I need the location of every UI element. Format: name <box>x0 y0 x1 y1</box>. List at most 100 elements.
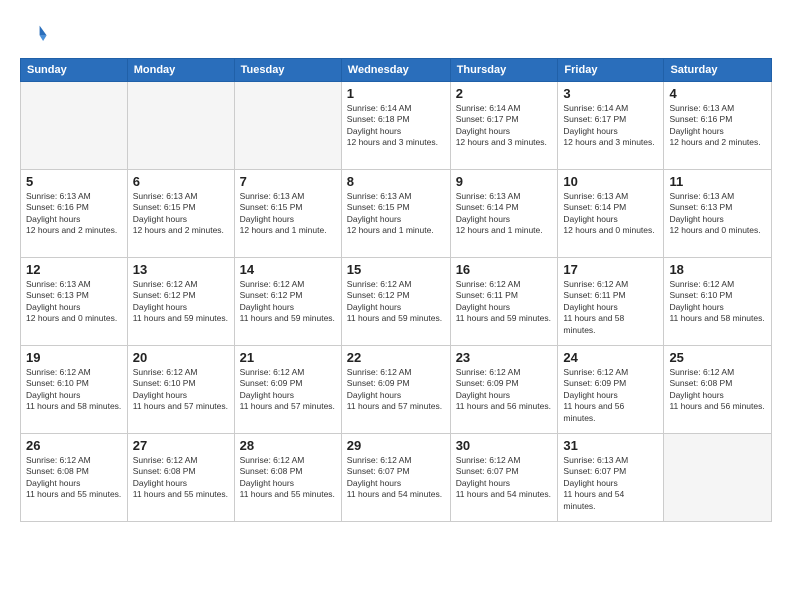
day-info: Sunrise: 6:13 AM Sunset: 6:15 PM Dayligh… <box>240 191 336 237</box>
day-cell: 1 Sunrise: 6:14 AM Sunset: 6:18 PM Dayli… <box>341 82 450 170</box>
day-info: Sunrise: 6:13 AM Sunset: 6:16 PM Dayligh… <box>26 191 122 237</box>
day-info: Sunrise: 6:12 AM Sunset: 6:09 PM Dayligh… <box>347 367 445 413</box>
day-info: Sunrise: 6:12 AM Sunset: 6:12 PM Dayligh… <box>133 279 229 325</box>
day-cell: 15 Sunrise: 6:12 AM Sunset: 6:12 PM Dayl… <box>341 258 450 346</box>
page: SundayMondayTuesdayWednesdayThursdayFrid… <box>0 0 792 612</box>
day-number: 30 <box>456 438 553 453</box>
day-cell: 5 Sunrise: 6:13 AM Sunset: 6:16 PM Dayli… <box>21 170 128 258</box>
week-row-1: 5 Sunrise: 6:13 AM Sunset: 6:16 PM Dayli… <box>21 170 772 258</box>
day-number: 7 <box>240 174 336 189</box>
day-number: 14 <box>240 262 336 277</box>
day-cell: 3 Sunrise: 6:14 AM Sunset: 6:17 PM Dayli… <box>558 82 664 170</box>
day-number: 1 <box>347 86 445 101</box>
day-cell: 14 Sunrise: 6:12 AM Sunset: 6:12 PM Dayl… <box>234 258 341 346</box>
day-number: 16 <box>456 262 553 277</box>
weekday-header-row: SundayMondayTuesdayWednesdayThursdayFrid… <box>21 59 772 82</box>
day-info: Sunrise: 6:12 AM Sunset: 6:10 PM Dayligh… <box>669 279 766 325</box>
weekday-header-friday: Friday <box>558 59 664 82</box>
weekday-header-monday: Monday <box>127 59 234 82</box>
day-info: Sunrise: 6:12 AM Sunset: 6:12 PM Dayligh… <box>347 279 445 325</box>
day-info: Sunrise: 6:14 AM Sunset: 6:17 PM Dayligh… <box>563 103 658 149</box>
day-cell: 8 Sunrise: 6:13 AM Sunset: 6:15 PM Dayli… <box>341 170 450 258</box>
day-info: Sunrise: 6:12 AM Sunset: 6:09 PM Dayligh… <box>563 367 658 424</box>
day-number: 27 <box>133 438 229 453</box>
day-info: Sunrise: 6:12 AM Sunset: 6:08 PM Dayligh… <box>133 455 229 501</box>
day-number: 9 <box>456 174 553 189</box>
day-cell: 17 Sunrise: 6:12 AM Sunset: 6:11 PM Dayl… <box>558 258 664 346</box>
day-cell: 23 Sunrise: 6:12 AM Sunset: 6:09 PM Dayl… <box>450 346 558 434</box>
day-cell: 22 Sunrise: 6:12 AM Sunset: 6:09 PM Dayl… <box>341 346 450 434</box>
day-cell: 16 Sunrise: 6:12 AM Sunset: 6:11 PM Dayl… <box>450 258 558 346</box>
day-info: Sunrise: 6:14 AM Sunset: 6:17 PM Dayligh… <box>456 103 553 149</box>
day-number: 4 <box>669 86 766 101</box>
day-cell: 19 Sunrise: 6:12 AM Sunset: 6:10 PM Dayl… <box>21 346 128 434</box>
weekday-header-thursday: Thursday <box>450 59 558 82</box>
weekday-header-tuesday: Tuesday <box>234 59 341 82</box>
day-cell <box>21 82 128 170</box>
day-cell: 21 Sunrise: 6:12 AM Sunset: 6:09 PM Dayl… <box>234 346 341 434</box>
day-cell: 6 Sunrise: 6:13 AM Sunset: 6:15 PM Dayli… <box>127 170 234 258</box>
day-number: 6 <box>133 174 229 189</box>
day-info: Sunrise: 6:12 AM Sunset: 6:10 PM Dayligh… <box>133 367 229 413</box>
day-info: Sunrise: 6:12 AM Sunset: 6:08 PM Dayligh… <box>26 455 122 501</box>
logo <box>20 20 52 48</box>
day-cell: 18 Sunrise: 6:12 AM Sunset: 6:10 PM Dayl… <box>664 258 772 346</box>
day-info: Sunrise: 6:13 AM Sunset: 6:13 PM Dayligh… <box>669 191 766 237</box>
day-cell: 13 Sunrise: 6:12 AM Sunset: 6:12 PM Dayl… <box>127 258 234 346</box>
day-number: 12 <box>26 262 122 277</box>
day-number: 19 <box>26 350 122 365</box>
day-cell: 4 Sunrise: 6:13 AM Sunset: 6:16 PM Dayli… <box>664 82 772 170</box>
day-info: Sunrise: 6:12 AM Sunset: 6:08 PM Dayligh… <box>240 455 336 501</box>
day-info: Sunrise: 6:13 AM Sunset: 6:15 PM Dayligh… <box>133 191 229 237</box>
day-number: 23 <box>456 350 553 365</box>
day-number: 18 <box>669 262 766 277</box>
day-info: Sunrise: 6:13 AM Sunset: 6:13 PM Dayligh… <box>26 279 122 325</box>
day-cell <box>127 82 234 170</box>
day-info: Sunrise: 6:12 AM Sunset: 6:09 PM Dayligh… <box>240 367 336 413</box>
day-info: Sunrise: 6:12 AM Sunset: 6:11 PM Dayligh… <box>563 279 658 336</box>
day-cell: 31 Sunrise: 6:13 AM Sunset: 6:07 PM Dayl… <box>558 434 664 522</box>
day-cell: 30 Sunrise: 6:12 AM Sunset: 6:07 PM Dayl… <box>450 434 558 522</box>
day-cell <box>234 82 341 170</box>
day-number: 8 <box>347 174 445 189</box>
weekday-header-sunday: Sunday <box>21 59 128 82</box>
day-info: Sunrise: 6:13 AM Sunset: 6:15 PM Dayligh… <box>347 191 445 237</box>
day-info: Sunrise: 6:13 AM Sunset: 6:14 PM Dayligh… <box>563 191 658 237</box>
day-number: 29 <box>347 438 445 453</box>
day-cell: 24 Sunrise: 6:12 AM Sunset: 6:09 PM Dayl… <box>558 346 664 434</box>
day-info: Sunrise: 6:12 AM Sunset: 6:07 PM Dayligh… <box>456 455 553 501</box>
day-number: 10 <box>563 174 658 189</box>
day-cell: 11 Sunrise: 6:13 AM Sunset: 6:13 PM Dayl… <box>664 170 772 258</box>
week-row-4: 26 Sunrise: 6:12 AM Sunset: 6:08 PM Dayl… <box>21 434 772 522</box>
day-info: Sunrise: 6:12 AM Sunset: 6:08 PM Dayligh… <box>669 367 766 413</box>
logo-icon <box>20 20 48 48</box>
weekday-header-saturday: Saturday <box>664 59 772 82</box>
day-info: Sunrise: 6:13 AM Sunset: 6:07 PM Dayligh… <box>563 455 658 512</box>
day-info: Sunrise: 6:14 AM Sunset: 6:18 PM Dayligh… <box>347 103 445 149</box>
day-number: 26 <box>26 438 122 453</box>
day-info: Sunrise: 6:12 AM Sunset: 6:12 PM Dayligh… <box>240 279 336 325</box>
day-info: Sunrise: 6:12 AM Sunset: 6:07 PM Dayligh… <box>347 455 445 501</box>
day-cell: 2 Sunrise: 6:14 AM Sunset: 6:17 PM Dayli… <box>450 82 558 170</box>
day-number: 17 <box>563 262 658 277</box>
day-number: 11 <box>669 174 766 189</box>
day-number: 5 <box>26 174 122 189</box>
day-number: 15 <box>347 262 445 277</box>
day-number: 24 <box>563 350 658 365</box>
day-info: Sunrise: 6:12 AM Sunset: 6:09 PM Dayligh… <box>456 367 553 413</box>
day-cell: 12 Sunrise: 6:13 AM Sunset: 6:13 PM Dayl… <box>21 258 128 346</box>
day-cell <box>664 434 772 522</box>
week-row-3: 19 Sunrise: 6:12 AM Sunset: 6:10 PM Dayl… <box>21 346 772 434</box>
day-number: 13 <box>133 262 229 277</box>
day-cell: 7 Sunrise: 6:13 AM Sunset: 6:15 PM Dayli… <box>234 170 341 258</box>
week-row-0: 1 Sunrise: 6:14 AM Sunset: 6:18 PM Dayli… <box>21 82 772 170</box>
day-number: 20 <box>133 350 229 365</box>
day-number: 21 <box>240 350 336 365</box>
day-cell: 25 Sunrise: 6:12 AM Sunset: 6:08 PM Dayl… <box>664 346 772 434</box>
week-row-2: 12 Sunrise: 6:13 AM Sunset: 6:13 PM Dayl… <box>21 258 772 346</box>
day-number: 25 <box>669 350 766 365</box>
day-number: 22 <box>347 350 445 365</box>
weekday-header-wednesday: Wednesday <box>341 59 450 82</box>
day-number: 31 <box>563 438 658 453</box>
header <box>20 20 772 48</box>
